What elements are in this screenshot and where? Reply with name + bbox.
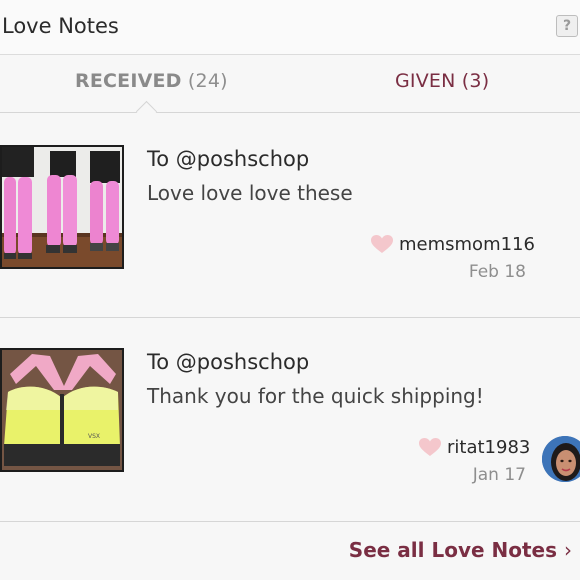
see-all-love-notes-link[interactable]: See all Love Notes ›	[349, 538, 572, 562]
love-notes-header: Love Notes ?	[0, 0, 580, 55]
page-title: Love Notes	[2, 14, 119, 38]
chevron-right-icon: ›	[564, 538, 572, 562]
tab-received-label: RECEIVED	[75, 70, 182, 92]
leggings-photo	[2, 147, 122, 267]
tab-given-label: GIVEN	[395, 70, 456, 92]
product-thumbnail-sports-bra[interactable]: VSX	[0, 348, 124, 472]
tab-given-count: (3)	[461, 70, 490, 92]
note-recipient: To @poshschop	[147, 350, 310, 374]
note-message: Love love love these	[147, 181, 353, 205]
note-author-username[interactable]: ritat1983	[447, 437, 530, 458]
love-note-item: VSX To @poshschop Thank you for the quic…	[0, 318, 580, 522]
tab-received[interactable]: RECEIVED (24)	[75, 70, 228, 92]
sports-bra-photo: VSX	[2, 350, 122, 470]
user-avatar-image	[542, 436, 580, 482]
svg-text:VSX: VSX	[88, 433, 100, 440]
see-all-label: See all Love Notes	[348, 538, 558, 562]
tab-given[interactable]: GIVEN (3)	[395, 70, 489, 92]
avatar[interactable]	[542, 436, 580, 482]
tab-bar: RECEIVED (24) GIVEN (3)	[0, 55, 580, 113]
product-thumbnail-leggings[interactable]	[0, 145, 124, 269]
note-date: Feb 18	[468, 262, 526, 282]
tab-received-count: (24)	[187, 70, 228, 92]
heart-icon	[419, 438, 441, 456]
help-icon[interactable]: ?	[556, 15, 578, 37]
note-recipient: To @poshschop	[147, 147, 310, 171]
heart-icon	[371, 235, 393, 253]
note-message: Thank you for the quick shipping!	[147, 384, 484, 408]
note-author-username[interactable]: memsmom116	[399, 234, 535, 255]
love-note-item: To @poshschop Love love love these memsm…	[0, 113, 580, 318]
note-date: Jan 17	[472, 465, 526, 485]
